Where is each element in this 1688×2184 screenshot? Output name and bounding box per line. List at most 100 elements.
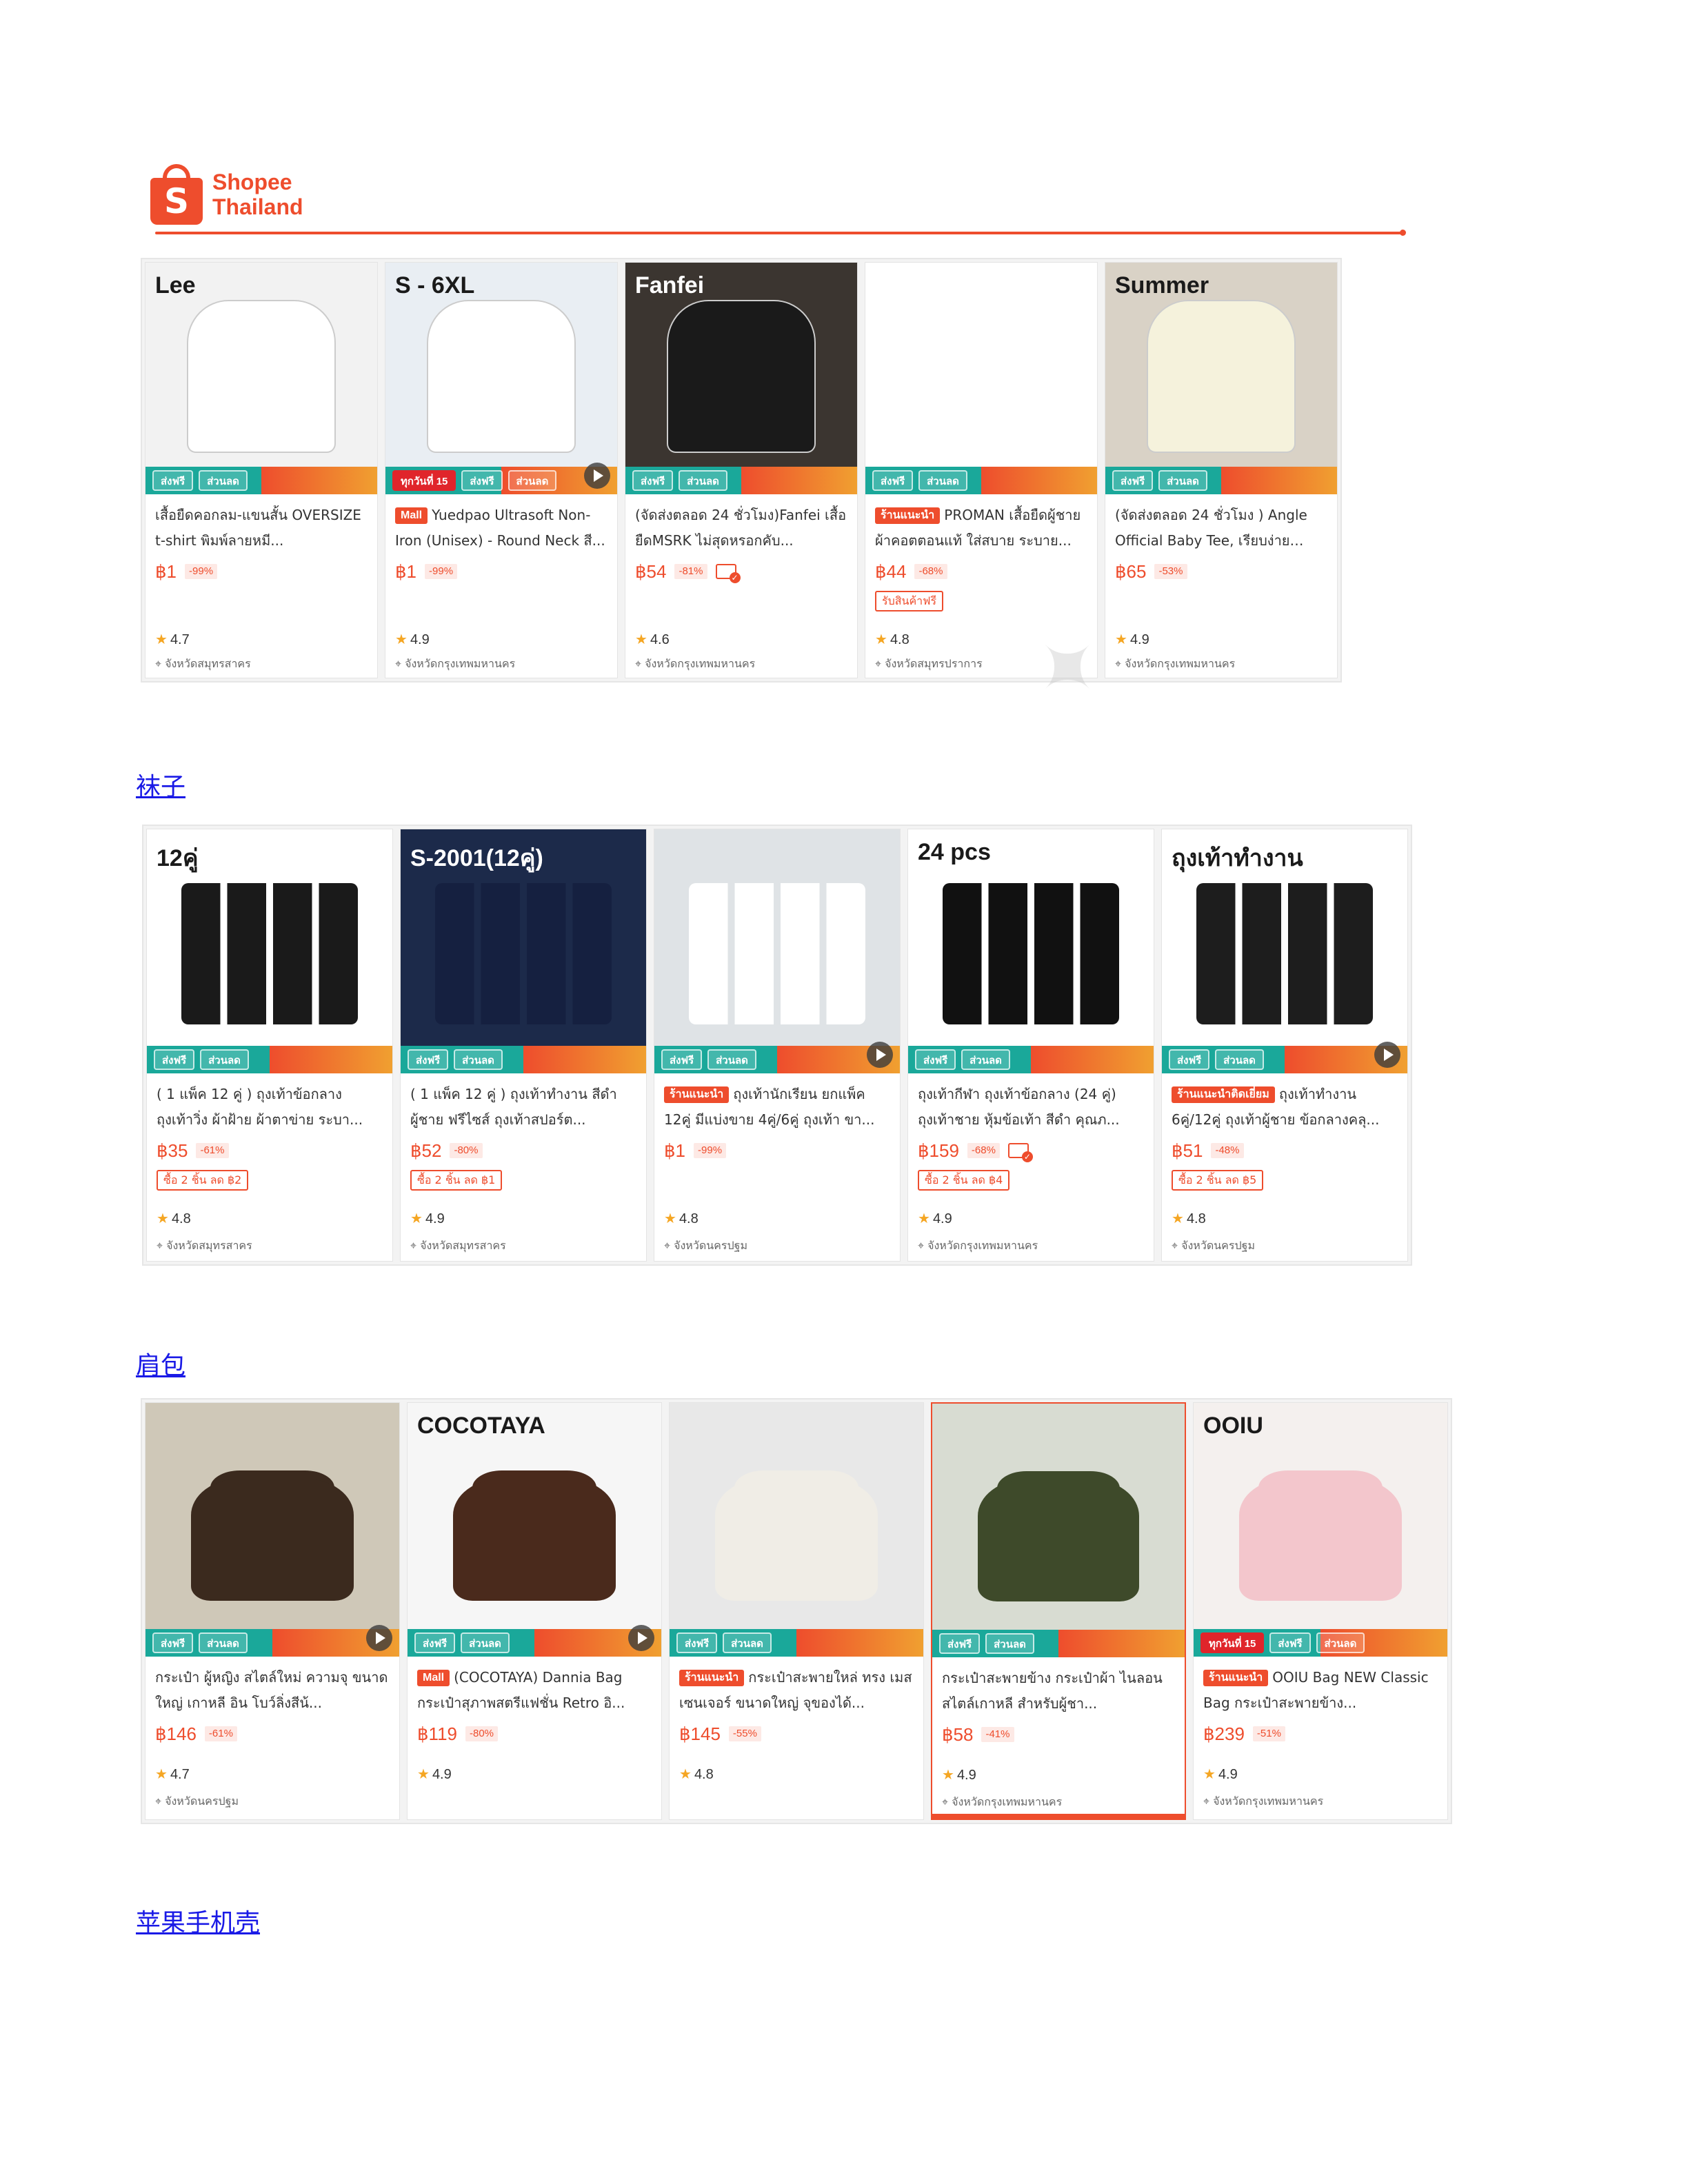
section-heading-iphone-cases[interactable]: 苹果手机壳 (136, 1903, 260, 1939)
product-image[interactable]: ส่งฟรี ส่วนลด (865, 263, 1097, 494)
product-image[interactable]: OOIU ทุกวันที่ 15 ส่งฟรี ส่วนลด (1194, 1403, 1447, 1657)
product-info: เสื้อยืดคอกลม-แขนสั้น OVERSIZE t-shirt พ… (145, 494, 377, 584)
product-card[interactable]: ส่งฟรี ส่วนลดร้านแนะนำ ถุงเท้านักเรียน ยกแ… (654, 829, 901, 1262)
discount-badge: ส่วนลด (199, 1632, 248, 1653)
image-caption: 24 pcs (918, 839, 991, 865)
product-card[interactable]: Summer ส่งฟรี ส่วนลด (จัดส่งตลอด 24 ชั่วโมง… (1105, 262, 1338, 678)
section-heading-socks[interactable]: 袜子 (136, 767, 185, 802)
play-video-icon[interactable] (1374, 1042, 1400, 1068)
voucher-badge: ซื้อ 2 ชิ้น ลด ฿4 (918, 1170, 1010, 1191)
product-image[interactable]: ส่งฟรี ส่วนลด (145, 1403, 399, 1657)
product-title[interactable]: ร้านแนะนำ PROMAN เสื้อยืดผู้ชาย ผ้าคอตตอน… (875, 503, 1087, 554)
product-info: ถุงเท้ากีฬา ถุงเท้าข้อกลาง (24 คู่) ถุงเ… (908, 1073, 1154, 1191)
product-location: ⌖ จังหวัดสมุทรปราการ (875, 656, 983, 673)
product-card[interactable]: ส่งฟรี ส่วนลดกระเป๋าสะพายข้าง กระเป๋าผ้า … (931, 1402, 1186, 1820)
logo-wordmark: Shopee Thailand (212, 170, 303, 219)
product-image[interactable]: ส่งฟรี ส่วนลด (932, 1404, 1185, 1657)
product-card[interactable]: 12คู่ ส่งฟรี ส่วนลด ( 1 แพ็ค 12 คู่ ) ถุงเท… (146, 829, 393, 1262)
product-title[interactable]: ( 1 แพ็ค 12 คู่ ) ถุงเท้าทำงาน สีดำ ผู้ช… (410, 1082, 636, 1133)
play-video-icon[interactable] (867, 1042, 893, 1068)
product-card[interactable]: S-2001(12คู่) ส่งฟรี ส่วนลด ( 1 แพ็ค 12 คู่… (400, 829, 647, 1262)
product-title[interactable]: กระเป๋าสะพายข้าง กระเป๋าผ้า ไนลอน สไตล์เ… (942, 1666, 1175, 1717)
rating-value: 4.9 (432, 1767, 452, 1782)
promo-strip: ส่งฟรี ส่วนลด (670, 1629, 923, 1657)
product-image[interactable]: ส่งฟรี ส่วนลด (670, 1403, 923, 1657)
discount-percent: -41% (981, 1727, 1014, 1742)
recommended-shop-badge: ร้านแนะนำ (679, 1670, 745, 1686)
free-shipping-badge: ส่งฟรี (939, 1633, 981, 1654)
voucher-badge: ซื้อ 2 ชิ้น ลด ฿1 (410, 1170, 503, 1191)
discount-percent: -53% (1154, 564, 1187, 579)
product-title[interactable]: ถุงเท้ากีฬา ถุงเท้าข้อกลาง (24 คู่) ถุงเ… (918, 1082, 1144, 1133)
play-video-icon[interactable] (628, 1625, 654, 1651)
product-silhouette (688, 882, 866, 1025)
product-image[interactable]: ถุงเท้าทำงาน ส่งฟรี ส่วนลด (1162, 829, 1407, 1073)
product-title[interactable]: ร้านแนะนำติดเยี่ยม ถุงเท้าทำงาน 6คู่/12คู… (1172, 1082, 1398, 1133)
discount-percent: -68% (967, 1143, 1000, 1158)
discount-percent: -99% (425, 564, 458, 579)
promo-strip: ส่งฟรี ส่วนลด (865, 467, 1097, 494)
product-image[interactable]: Lee ส่งฟรี ส่วนลด (145, 263, 377, 494)
product-card[interactable]: ส่งฟรี ส่วนลดร้านแนะนำ PROMAN เสื้อยืดผู้ช… (865, 262, 1098, 678)
product-card[interactable]: OOIU ทุกวันที่ 15 ส่งฟรี ส่วนลดร้านแนะนำ OOI… (1193, 1402, 1448, 1820)
price-row: ฿119 -80% (417, 1721, 652, 1746)
product-image[interactable]: COCOTAYA ส่งฟรี ส่วนลด (408, 1403, 661, 1657)
product-card[interactable]: ส่งฟรี ส่วนลดกระเป๋า ผู้หญิง สไตล์ใหม่ คว… (145, 1402, 400, 1820)
product-title[interactable]: เสื้อยืดคอกลม-แขนสั้น OVERSIZE t-shirt พ… (155, 503, 368, 554)
product-title[interactable]: ( 1 แพ็ค 12 คู่ ) ถุงเท้าข้อกลาง ถุงเท้า… (157, 1082, 383, 1133)
price-row: ฿51 -48% (1172, 1138, 1398, 1163)
star-icon: ★ (875, 632, 887, 647)
product-info: ร้านแนะนำติดเยี่ยม ถุงเท้าทำงาน 6คู่/12คู… (1162, 1073, 1407, 1191)
promo-strip: ส่งฟรี ส่วนลด (147, 1046, 392, 1073)
play-video-icon[interactable] (584, 463, 610, 489)
product-title[interactable]: ร้านแนะนำ ถุงเท้านักเรียน ยกแพ็ค 12คู่ มี… (664, 1082, 890, 1133)
rating-value: 4.8 (171, 1211, 191, 1226)
star-icon: ★ (1172, 1211, 1184, 1226)
product-image[interactable]: ส่งฟรี ส่วนลด (654, 829, 900, 1073)
product-title[interactable]: (จัดส่งตลอด 24 ชั่วโมง ) Angle Official … (1115, 503, 1327, 554)
product-title[interactable]: Mall Yuedpao Ultrasoft Non-Iron (Unisex) … (395, 503, 607, 554)
star-icon: ★ (157, 1211, 169, 1226)
product-card[interactable]: 24 pcs ส่งฟรี ส่วนลดถุงเท้ากีฬา ถุงเท้าข้อ… (907, 829, 1154, 1262)
product-title[interactable]: ร้านแนะนำ กระเป๋าสะพายใหล่ ทรง เมสเซนเจอร… (679, 1665, 914, 1716)
product-card[interactable]: S - 6XL ทุกวันที่ 15 ส่งฟรี ส่วนลด Mall Yuedp… (385, 262, 618, 678)
location-text: จังหวัดสมุทรสาคร (166, 1239, 252, 1252)
product-card[interactable]: ถุงเท้าทำงาน ส่งฟรี ส่วนลดร้านแนะนำติดเยี่… (1161, 829, 1408, 1262)
image-caption: Lee (155, 272, 196, 299)
price-row: ฿145 -55% (679, 1721, 914, 1746)
product-price: ฿159 (918, 1140, 959, 1161)
section-heading-shoulder-bags[interactable]: 肩包 (136, 1346, 185, 1382)
free-shipping-badge: ส่งฟรี (152, 470, 194, 491)
product-card[interactable]: COCOTAYA ส่งฟรี ส่วนลด Mall (COCOTAYA) Danni… (407, 1402, 662, 1820)
product-image[interactable]: 12คู่ ส่งฟรี ส่วนลด (147, 829, 392, 1073)
product-silhouette (191, 1479, 354, 1601)
product-title[interactable]: ร้านแนะนำ OOIU Bag NEW Classic Bag กระเป๋… (1203, 1665, 1438, 1716)
discount-badge: ส่วนลด (508, 470, 557, 491)
price-row: ฿1 -99% (664, 1138, 890, 1163)
product-title[interactable]: กระเป๋า ผู้หญิง สไตล์ใหม่ ความจุ ขนาดใหญ… (155, 1665, 390, 1716)
product-info: ( 1 แพ็ค 12 คู่ ) ถุงเท้าข้อกลาง ถุงเท้า… (147, 1073, 392, 1191)
location-text: จังหวัดสมุทรสาคร (165, 657, 251, 670)
product-title[interactable]: Mall (COCOTAYA) Dannia Bag กระเป๋าสุภาพสต… (417, 1665, 652, 1716)
recommended-shop-badge: ร้านแนะนำ (1203, 1670, 1269, 1686)
product-image[interactable]: 24 pcs ส่งฟรี ส่วนลด (908, 829, 1154, 1073)
location-text: จังหวัดสมุทรสาคร (420, 1239, 506, 1252)
product-image[interactable]: S - 6XL ทุกวันที่ 15 ส่งฟรี ส่วนลด (385, 263, 617, 494)
product-card[interactable]: ส่งฟรี ส่วนลดร้านแนะนำ กระเป๋าสะพายใหล่ ทร… (669, 1402, 924, 1820)
play-video-icon[interactable] (366, 1625, 392, 1651)
recommended-shop-badge: ร้านแนะนำ (875, 507, 941, 524)
product-location: ⌖ จังหวัดกรุงเทพมหานคร (942, 1794, 1062, 1811)
product-title[interactable]: (จัดส่งตลอด 24 ชั่วโมง)Fanfei เสื้อยืดMS… (635, 503, 847, 554)
rating-value: 4.9 (410, 632, 430, 647)
promo-strip: ทุกวันที่ 15 ส่งฟรี ส่วนลด (1194, 1629, 1447, 1657)
product-image[interactable]: Summer ส่งฟรี ส่วนลด (1105, 263, 1337, 494)
product-info: กระเป๋า ผู้หญิง สไตล์ใหม่ ความจุ ขนาดใหญ… (145, 1657, 399, 1746)
location-pin-icon: ⌖ (664, 1239, 674, 1252)
product-image[interactable]: Fanfei ส่งฟรี ส่วนลด (625, 263, 857, 494)
product-card[interactable]: Lee ส่งฟรี ส่วนลด เสื้อยืดคอกลม-แขนสั้น OVE… (145, 262, 378, 678)
product-card[interactable]: Fanfei ส่งฟรี ส่วนลด (จัดส่งตลอด 24 ชั่วโมง… (625, 262, 858, 678)
location-pin-icon: ⌖ (635, 657, 645, 670)
product-image[interactable]: S-2001(12คู่) ส่งฟรี ส่วนลด (401, 829, 646, 1073)
discount-badge: ส่วนลด (961, 1049, 1010, 1070)
product-rating: ★ 4.7 (155, 631, 190, 648)
